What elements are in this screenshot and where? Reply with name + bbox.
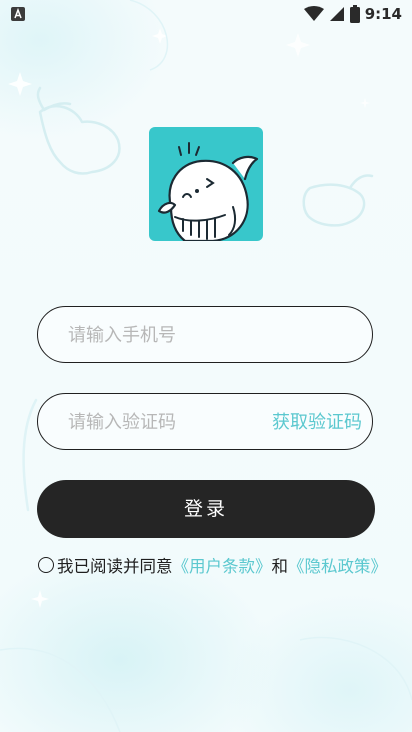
signal-icon (329, 7, 344, 21)
app-logo (149, 127, 263, 241)
battery-icon (349, 5, 360, 23)
agreement-prefix: 我已阅读并同意 (57, 557, 173, 576)
agreement-row: 我已阅读并同意 《用户条款》 和 《隐私政策》 (38, 553, 387, 577)
app-notification-icon (11, 7, 25, 21)
agreement-and: 和 (271, 557, 289, 576)
agreement-checkbox[interactable] (38, 557, 54, 573)
wifi-icon (303, 6, 324, 21)
get-code-button[interactable]: 获取验证码 (272, 394, 362, 449)
status-time: 9:14 (364, 5, 402, 23)
privacy-policy-link[interactable]: 《隐私政策》 (288, 553, 387, 577)
whale-logo-icon (157, 142, 259, 241)
user-terms-link[interactable]: 《用户条款》 (173, 553, 272, 577)
verification-code-input[interactable] (66, 394, 280, 451)
verification-code-field[interactable]: 获取验证码 (37, 393, 373, 451)
phone-field[interactable] (37, 306, 373, 364)
login-button[interactable]: 登录 (37, 480, 375, 538)
phone-input[interactable] (66, 307, 280, 364)
status-bar: 9:14 (0, 0, 412, 28)
background-decoration (0, 0, 412, 732)
